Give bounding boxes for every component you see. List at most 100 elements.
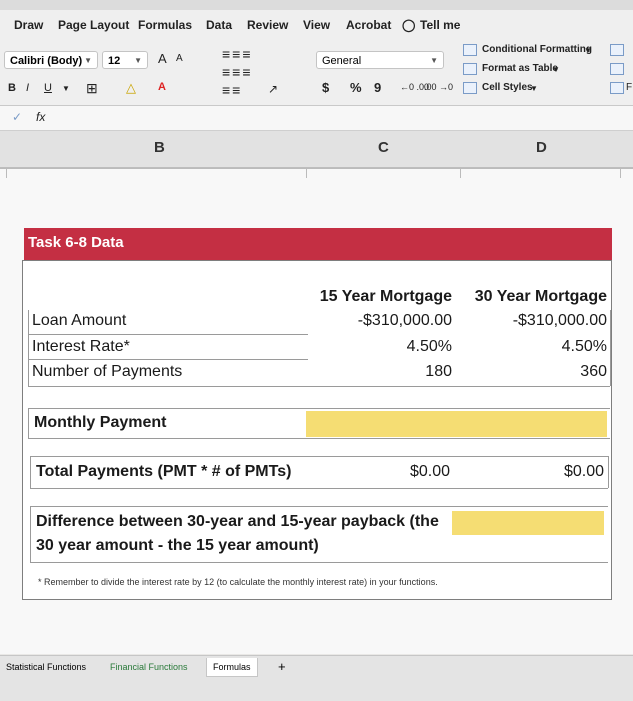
window-top-strip — [0, 0, 633, 10]
format-label-fragment: F — [626, 82, 633, 93]
row-divider — [0, 168, 633, 169]
number-format-select[interactable]: General ▼ — [316, 51, 444, 69]
row-gridline — [30, 488, 608, 489]
menu-draw[interactable]: Draw — [14, 18, 43, 32]
formula-bar: ✓ fx — [0, 106, 633, 131]
column-header-bar: B C D — [0, 131, 633, 168]
value-payments-15[interactable]: 180 — [306, 363, 452, 381]
difference-input-cell[interactable] — [452, 511, 604, 535]
monthly-payment-input-cells[interactable] — [306, 411, 607, 437]
fill-color-icon[interactable]: △ — [126, 80, 136, 96]
section-title: Task 6-8 Data — [28, 234, 124, 251]
value-rate-30[interactable]: 4.50% — [460, 338, 607, 356]
value-total-30[interactable]: $0.00 — [460, 463, 604, 481]
chevron-down-icon: ▼ — [84, 56, 92, 65]
header-15-year: 15 Year Mortgage — [319, 288, 452, 305]
column-divider — [460, 168, 461, 178]
fx-label[interactable]: fx — [36, 110, 45, 124]
indent-icon[interactable]: ≡≡ — [222, 82, 242, 98]
menu-page-layout[interactable]: Page Layout — [58, 18, 129, 32]
ribbon: Draw Page Layout Formulas Data Review Vi… — [0, 10, 633, 106]
conditional-formatting-button[interactable]: Conditional Formatting — [482, 44, 592, 55]
row-gridline — [28, 334, 308, 335]
menu-review[interactable]: Review — [247, 18, 288, 32]
align-top-icon[interactable]: ≡≡≡ — [222, 46, 253, 62]
label-interest-rate[interactable]: Interest Rate* — [32, 338, 130, 356]
comma-button[interactable]: 9 — [374, 80, 381, 95]
decrease-decimal-button[interactable]: .00 →0 — [424, 82, 453, 92]
value-loan-15[interactable]: -$310,000.00 — [306, 312, 452, 330]
checkmark-icon[interactable]: ✓ — [12, 110, 22, 124]
header-30-year: 30 Year Mortgage — [474, 288, 607, 305]
value-payments-30[interactable]: 360 — [460, 363, 607, 381]
menu-data[interactable]: Data — [206, 18, 232, 32]
column-divider — [6, 168, 7, 178]
align-left-icon[interactable]: ≡≡≡ — [222, 64, 253, 80]
label-number-of-payments[interactable]: Number of Payments — [32, 363, 182, 381]
column-header-c[interactable]: C — [378, 139, 389, 156]
tab-financial-functions[interactable]: Financial Functions — [104, 658, 194, 676]
column-divider — [306, 168, 307, 178]
cell-styles-button[interactable]: Cell Styles — [482, 82, 533, 93]
format-as-table-button[interactable]: Format as Table — [482, 63, 558, 74]
column-header-b[interactable]: B — [154, 139, 165, 156]
tell-me-bulb-icon: ◯ — [402, 18, 416, 32]
borders-icon[interactable]: ⊞ — [86, 80, 98, 97]
column-header-d[interactable]: D — [536, 139, 547, 156]
chevron-down-icon: ▼ — [134, 56, 142, 65]
column-divider — [620, 168, 621, 178]
row-gridline — [30, 456, 608, 457]
underline-button[interactable]: U — [44, 82, 52, 94]
decrease-font-button[interactable]: A — [176, 53, 183, 64]
label-loan-amount[interactable]: Loan Amount — [32, 312, 126, 330]
percent-button[interactable]: % — [350, 80, 362, 95]
row-gridline — [28, 359, 308, 360]
row-gridline — [28, 408, 610, 409]
font-color-button[interactable]: A — [158, 81, 166, 93]
value-total-15[interactable]: $0.00 — [306, 463, 450, 481]
bold-button[interactable]: B — [8, 82, 16, 94]
cell-border — [608, 456, 609, 488]
cell-styles-icon — [463, 82, 477, 94]
menu-formulas[interactable]: Formulas — [138, 18, 192, 32]
number-format-value: General — [322, 55, 362, 67]
format-cells-icon[interactable] — [610, 82, 624, 94]
row-gridline — [30, 562, 608, 563]
font-size-select[interactable]: 12 ▼ — [102, 51, 148, 69]
conditional-formatting-icon — [463, 44, 477, 56]
delete-cells-icon[interactable] — [610, 63, 624, 75]
chevron-down-icon[interactable]: ▼ — [530, 84, 538, 93]
format-table-icon — [463, 63, 477, 75]
tab-statistical-functions[interactable]: Statistical Functions — [0, 658, 92, 676]
tab-formulas[interactable]: Formulas — [206, 658, 258, 677]
italic-button[interactable]: I — [26, 82, 29, 94]
menu-acrobat[interactable]: Acrobat — [346, 18, 391, 32]
orientation-icon[interactable]: ↗ — [268, 82, 278, 96]
menu-tell-me[interactable]: Tell me — [420, 18, 460, 32]
font-name-select[interactable]: Calibri (Body) ▼ — [4, 51, 98, 69]
label-difference-line2[interactable]: 30 year amount - the 15 year amount) — [36, 537, 319, 555]
menu-view[interactable]: View — [303, 18, 330, 32]
cell-border — [30, 506, 31, 562]
currency-button[interactable]: $ — [322, 80, 329, 95]
chevron-down-icon[interactable]: ▼ — [584, 46, 592, 55]
font-name-value: Calibri (Body) — [10, 55, 83, 67]
label-total-payments[interactable]: Total Payments (PMT * # of PMTs) — [36, 463, 291, 481]
cell-border — [28, 408, 29, 438]
increase-font-button[interactable]: A — [158, 51, 167, 66]
sheet-tab-bar: Statistical Functions Financial Function… — [0, 655, 633, 701]
chevron-down-icon: ▼ — [430, 56, 438, 65]
chevron-down-icon[interactable]: ▼ — [62, 84, 70, 93]
insert-cells-icon[interactable] — [610, 44, 624, 56]
row-gridline — [28, 386, 610, 387]
row-gridline — [28, 438, 610, 439]
value-rate-15[interactable]: 4.50% — [306, 338, 452, 356]
value-loan-30[interactable]: -$310,000.00 — [460, 312, 607, 330]
chevron-down-icon[interactable]: ▼ — [552, 65, 560, 74]
cell-border — [30, 456, 31, 488]
cell-border — [28, 310, 29, 386]
cell-border — [610, 310, 611, 386]
add-sheet-button[interactable]: + — [272, 658, 292, 676]
label-difference-line1[interactable]: Difference between 30-year and 15-year p… — [36, 513, 439, 531]
label-monthly-payment[interactable]: Monthly Payment — [34, 414, 166, 432]
